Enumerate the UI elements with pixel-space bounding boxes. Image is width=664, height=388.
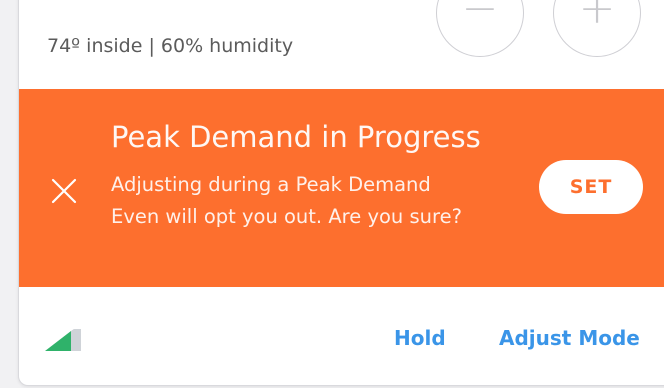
thermostat-card: 76 74º inside | 60% humidity − + Peak De…: [18, 0, 664, 386]
indoor-conditions: 74º inside | 60% humidity: [47, 35, 294, 57]
set-button[interactable]: SET: [539, 160, 643, 214]
adjust-mode-button[interactable]: Adjust Mode: [499, 326, 640, 350]
banner-message-line-2: Even will opt you out. Are you sure?: [111, 205, 462, 228]
banner-message-line-1: Adjusting during a Peak Demand: [111, 173, 431, 196]
minus-icon: −: [461, 0, 499, 34]
hold-button[interactable]: Hold: [394, 326, 446, 350]
close-icon[interactable]: [49, 176, 79, 206]
banner-message: Adjusting during a Peak Demand Even will…: [111, 169, 531, 233]
plus-icon: +: [578, 0, 616, 34]
increase-temperature-button[interactable]: +: [553, 0, 641, 57]
peak-demand-banner: Peak Demand in Progress Adjusting during…: [19, 89, 664, 287]
signal-strength-icon: [45, 329, 81, 351]
banner-title: Peak Demand in Progress: [111, 120, 481, 154]
decrease-temperature-button[interactable]: −: [436, 0, 524, 57]
